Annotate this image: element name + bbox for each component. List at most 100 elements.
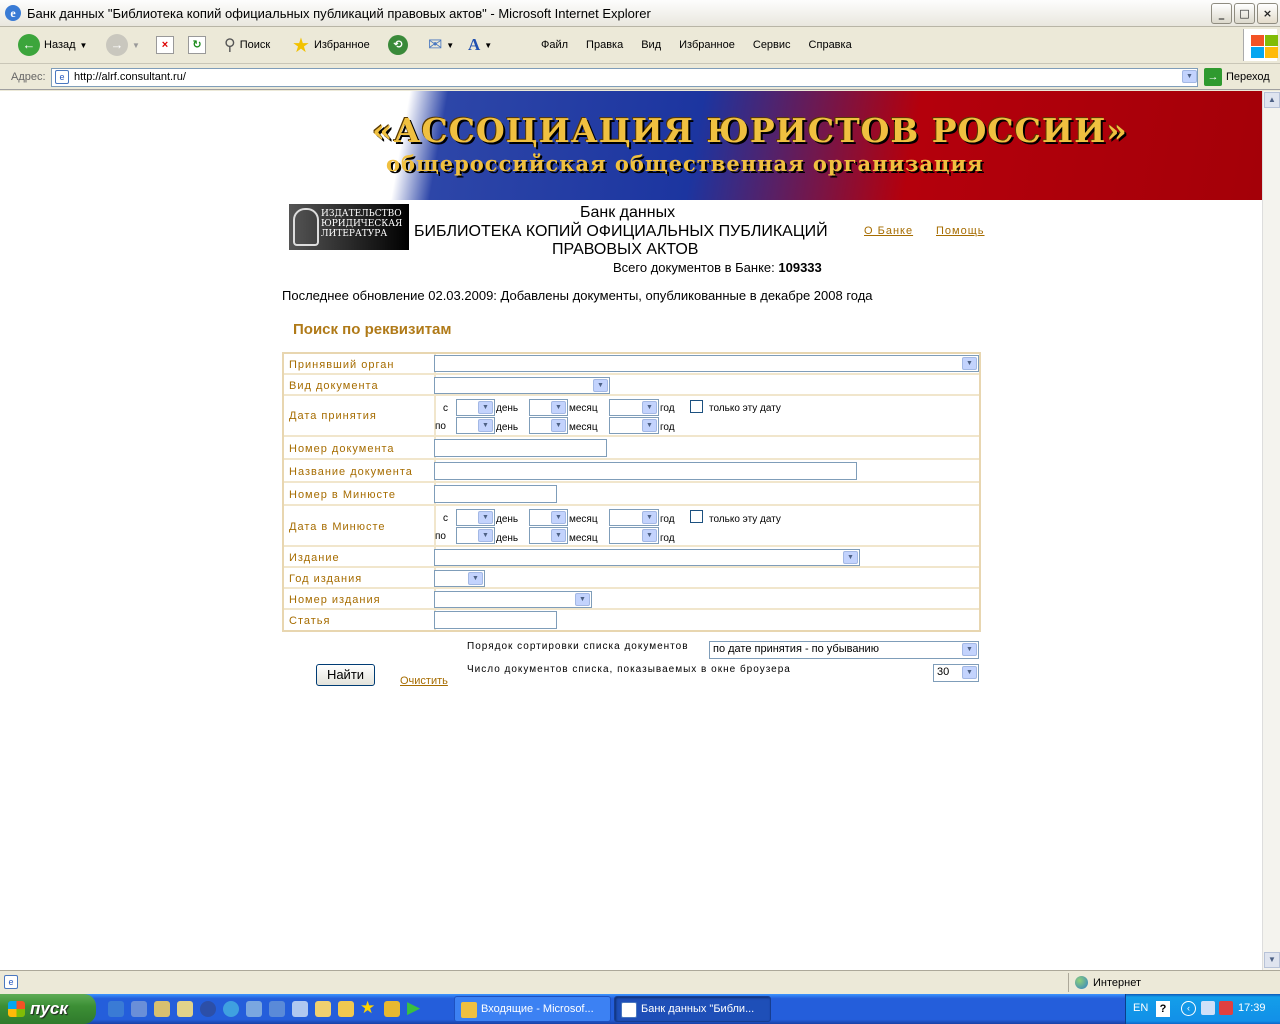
only-this-date-checkbox[interactable] bbox=[690, 400, 703, 413]
minjust-to-day-select[interactable]: ▼ bbox=[456, 527, 495, 544]
folder-quicklaunch-icon[interactable] bbox=[315, 1001, 331, 1017]
doc-type-select[interactable]: ▼ bbox=[434, 377, 610, 394]
count-select[interactable]: 30 ▼ bbox=[933, 664, 979, 682]
minjust-to-year-select[interactable]: ▼ bbox=[609, 527, 659, 544]
start-button[interactable]: пуск bbox=[0, 994, 96, 1024]
month-label: месяц bbox=[569, 533, 598, 544]
scroll-up-icon[interactable]: ▲ bbox=[1264, 92, 1280, 108]
security-tray-icon[interactable] bbox=[1219, 1001, 1233, 1015]
date-from-year-select[interactable]: ▼ bbox=[609, 399, 659, 416]
date-from-month-select[interactable]: ▼ bbox=[529, 399, 568, 416]
total-docs-value: 109333 bbox=[778, 260, 822, 275]
minjust-date-label: Дата в Минюсте bbox=[289, 521, 386, 533]
vertical-scrollbar[interactable]: ▲ ▼ bbox=[1262, 91, 1280, 970]
doc-quicklaunch-icon[interactable] bbox=[292, 1001, 308, 1017]
row-minjust-date: Дата в Минюсте с ▼ день ▼ месяц ▼ год то… bbox=[284, 506, 979, 547]
minjust-to-month-select[interactable]: ▼ bbox=[529, 527, 568, 544]
doc-type-label: Вид документа bbox=[289, 380, 379, 392]
task-databank[interactable]: Банк данных "Библи... bbox=[614, 996, 771, 1022]
play-quicklaunch-icon[interactable]: ▶ bbox=[407, 998, 420, 1018]
menu-help[interactable]: Справка bbox=[809, 39, 852, 51]
mail-button[interactable]: ✉ ▼ bbox=[428, 32, 454, 58]
doc-name-input[interactable] bbox=[434, 462, 857, 480]
history-button[interactable]: ⟲ bbox=[388, 32, 408, 58]
help-link[interactable]: Помощь bbox=[936, 225, 985, 237]
browser-quicklaunch-icon[interactable] bbox=[223, 1001, 239, 1017]
outlook-quicklaunch-icon[interactable] bbox=[131, 1001, 147, 1017]
clock: 17:39 bbox=[1238, 1002, 1266, 1014]
minjust-from-month-select[interactable]: ▼ bbox=[529, 509, 568, 526]
task-inbox[interactable]: Входящие - Microsof... bbox=[454, 996, 611, 1022]
media-quicklaunch-icon[interactable] bbox=[200, 1001, 216, 1017]
search-button[interactable]: ⚲ Поиск bbox=[224, 32, 270, 58]
organ-select[interactable]: ▼ bbox=[434, 355, 979, 372]
minjust-number-input[interactable] bbox=[434, 485, 557, 503]
network-quicklaunch-icon[interactable] bbox=[246, 1001, 262, 1017]
language-indicator[interactable]: EN bbox=[1133, 1002, 1148, 1014]
date-to-year-select[interactable]: ▼ bbox=[609, 417, 659, 434]
article-input[interactable] bbox=[434, 611, 557, 629]
ie-icon: e bbox=[5, 5, 21, 21]
favorites-quicklaunch-icon[interactable]: ★ bbox=[360, 998, 375, 1018]
date-from-day-select[interactable]: ▼ bbox=[456, 399, 495, 416]
refresh-button[interactable]: ↻ bbox=[188, 32, 206, 58]
go-button[interactable]: → Переход bbox=[1204, 68, 1270, 86]
date-to-day-select[interactable]: ▼ bbox=[456, 417, 495, 434]
chevron-down-icon: ▼ bbox=[484, 40, 493, 50]
year-label: год bbox=[660, 533, 675, 544]
row-doc-number: Номер документа bbox=[284, 437, 979, 460]
edition-year-select[interactable]: ▼ bbox=[434, 570, 485, 587]
close-button[interactable]: × bbox=[1257, 3, 1278, 24]
help-tray-icon[interactable]: ? bbox=[1156, 1001, 1170, 1017]
menu-tools[interactable]: Сервис bbox=[753, 39, 791, 51]
minjust-from-day-select[interactable]: ▼ bbox=[456, 509, 495, 526]
go-arrow-icon: → bbox=[1204, 68, 1222, 86]
network-tray-icon[interactable] bbox=[1201, 1001, 1215, 1015]
menu-edit[interactable]: Правка bbox=[586, 39, 623, 51]
favorites-button[interactable]: ★ Избранное bbox=[292, 32, 370, 58]
date-to-month-select[interactable]: ▼ bbox=[529, 417, 568, 434]
find-button[interactable]: Найти bbox=[316, 664, 375, 686]
edition-year-label: Год издания bbox=[289, 573, 363, 585]
about-link[interactable]: О Банке bbox=[864, 225, 913, 237]
ie-quicklaunch-icon[interactable] bbox=[108, 1001, 124, 1017]
total-docs: Всего документов в Банке: 109333 bbox=[613, 260, 822, 275]
menu-file[interactable]: Файл bbox=[541, 39, 568, 51]
address-input[interactable]: e http://alrf.consultant.ru/ bbox=[51, 68, 1198, 87]
back-button[interactable]: ← Назад ▼ bbox=[18, 32, 87, 58]
logo-line2: ЮРИДИЧЕСКАЯ bbox=[321, 219, 403, 229]
edition-number-select[interactable]: ▼ bbox=[434, 591, 592, 608]
month-label: месяц bbox=[569, 422, 598, 433]
chevron-left-icon[interactable]: ‹ bbox=[1181, 1001, 1196, 1016]
menu-view[interactable]: Вид bbox=[641, 39, 661, 51]
maximize-button[interactable]: □ bbox=[1234, 3, 1255, 24]
outlook2-quicklaunch-icon[interactable] bbox=[384, 1001, 400, 1017]
banner-subtitle: общероссийская общественная организация bbox=[386, 151, 984, 176]
address-dropdown[interactable]: ▼ bbox=[1181, 68, 1198, 87]
font-size-button[interactable]: A ▼ bbox=[468, 32, 492, 58]
scroll-down-icon[interactable]: ▼ bbox=[1264, 952, 1280, 968]
sort-select[interactable]: по дате принятия - по убыванию ▼ bbox=[709, 641, 979, 659]
minimize-button[interactable]: _ bbox=[1211, 3, 1232, 24]
stop-button[interactable]: × bbox=[156, 32, 174, 58]
forward-button[interactable]: → ▼ bbox=[106, 32, 140, 58]
day-label: день bbox=[496, 533, 519, 544]
window-title: Банк данных "Библиотека копий официальны… bbox=[27, 6, 651, 21]
status-bar: e Интернет bbox=[0, 970, 1280, 994]
row-organ: Принявший орган ▼ bbox=[284, 354, 979, 375]
clear-link[interactable]: Очистить bbox=[400, 675, 448, 687]
edition-select[interactable]: ▼ bbox=[434, 549, 860, 566]
month-label: месяц bbox=[569, 514, 598, 525]
minjust-from-year-select[interactable]: ▼ bbox=[609, 509, 659, 526]
page-viewport: «АССОЦИАЦИЯ ЮРИСТОВ РОССИИ» общероссийск… bbox=[0, 91, 1262, 970]
messenger-quicklaunch-icon[interactable] bbox=[154, 1001, 170, 1017]
minjust-only-this-date-checkbox[interactable] bbox=[690, 510, 703, 523]
mail-icon: ✉ bbox=[428, 35, 443, 54]
app-quicklaunch-icon[interactable] bbox=[269, 1001, 285, 1017]
menu-favorites[interactable]: Избранное bbox=[679, 39, 735, 51]
doc-number-input[interactable] bbox=[434, 439, 607, 457]
row-article: Статья bbox=[284, 610, 979, 630]
row-doc-type: Вид документа ▼ bbox=[284, 375, 979, 396]
folder2-quicklaunch-icon[interactable] bbox=[338, 1001, 354, 1017]
desktop-quicklaunch-icon[interactable] bbox=[177, 1001, 193, 1017]
